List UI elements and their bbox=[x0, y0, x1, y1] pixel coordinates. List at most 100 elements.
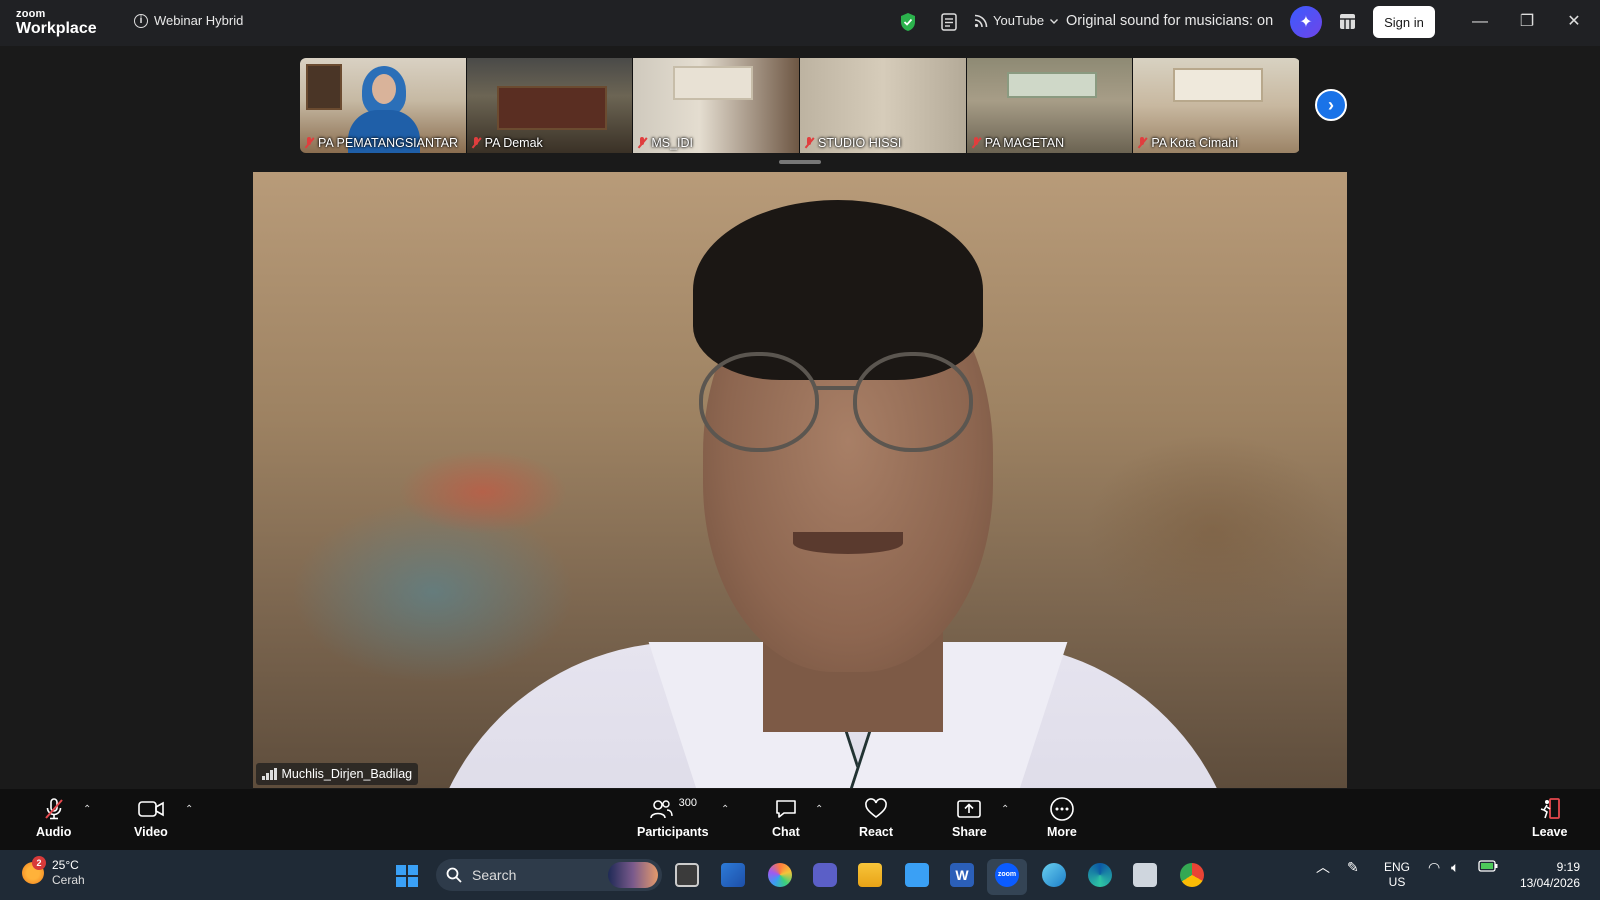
participants-button[interactable]: 300 Participants bbox=[637, 797, 709, 839]
pen-input-icon[interactable]: ✎ bbox=[1347, 860, 1359, 875]
weather-widget[interactable]: 2 25°C Cerah bbox=[22, 856, 85, 888]
app-icon[interactable] bbox=[1042, 863, 1066, 887]
glasses-left-lens bbox=[699, 352, 819, 452]
windows-start-icon[interactable] bbox=[396, 865, 418, 887]
participants-icon: 300 bbox=[649, 797, 697, 821]
original-sound-status[interactable]: Original sound for musicians: on bbox=[1066, 13, 1273, 29]
weather-temp: 25°C bbox=[52, 858, 79, 872]
meeting-toolbar: Audio ⌃ Video ⌃ 300 Participants ⌃ Chat … bbox=[0, 789, 1600, 850]
notepad-icon[interactable] bbox=[905, 863, 929, 887]
sign-in-button[interactable]: Sign in bbox=[1373, 6, 1435, 38]
more-dots-icon bbox=[1049, 797, 1075, 821]
clock-date: 13/04/2026 bbox=[1519, 876, 1580, 890]
speaker-hair bbox=[693, 200, 983, 380]
language-code: ENG bbox=[1384, 860, 1411, 874]
active-speaker-video[interactable]: Muchlis_Dirjen_Badilag bbox=[253, 172, 1347, 788]
show-hidden-icons-chevron[interactable]: ︿ bbox=[1316, 860, 1330, 875]
region-code: US bbox=[1388, 875, 1406, 889]
tile-name-tag: PA Kota Cimahi bbox=[1137, 136, 1238, 150]
apps-icon[interactable] bbox=[1339, 13, 1356, 30]
room-banner bbox=[673, 66, 754, 100]
taskbar-search[interactable]: Search bbox=[436, 859, 662, 891]
sun-icon: 2 bbox=[22, 856, 46, 884]
task-view-icon[interactable] bbox=[675, 863, 699, 887]
tile-name: PA Kota Cimahi bbox=[1151, 136, 1238, 150]
video-tile[interactable]: PA Demak bbox=[466, 58, 634, 153]
room-banner bbox=[1006, 72, 1097, 98]
minimize-icon[interactable]: — bbox=[1470, 12, 1490, 32]
participants-options-caret[interactable]: ⌃ bbox=[721, 804, 729, 815]
tile-name-tag: PA MAGETAN bbox=[971, 136, 1064, 150]
heart-icon bbox=[864, 797, 888, 821]
share-button[interactable]: Share bbox=[952, 797, 987, 839]
leave-button[interactable]: Leave bbox=[1532, 797, 1567, 839]
video-camera-icon bbox=[137, 797, 165, 821]
search-highlight-image bbox=[608, 862, 658, 888]
meeting-info-button[interactable]: i Webinar Hybrid bbox=[134, 13, 243, 28]
video-options-caret[interactable]: ⌃ bbox=[185, 804, 193, 815]
file-explorer-icon[interactable] bbox=[858, 863, 882, 887]
tile-name: MS_IDI bbox=[651, 136, 694, 150]
wifi-icon[interactable]: ◠ bbox=[1428, 860, 1440, 875]
signal-bars-icon bbox=[262, 768, 277, 780]
more-label: More bbox=[1047, 825, 1077, 839]
chrome-icon[interactable] bbox=[1180, 863, 1204, 887]
mic-muted-icon bbox=[304, 137, 314, 149]
livestream-dropdown[interactable]: YouTube bbox=[974, 13, 1059, 28]
mic-muted-icon bbox=[471, 137, 481, 149]
participants-label: Participants bbox=[637, 825, 709, 839]
printer-app-icon[interactable] bbox=[1133, 863, 1157, 887]
livestream-icon bbox=[974, 14, 988, 27]
more-button[interactable]: More bbox=[1047, 797, 1077, 839]
input-language[interactable]: ENG US bbox=[1384, 860, 1410, 890]
encryption-shield-icon[interactable] bbox=[899, 12, 917, 32]
video-tile[interactable]: PA PEMATANGSIANTAR bbox=[300, 58, 467, 153]
store-icon[interactable] bbox=[721, 863, 745, 887]
share-label: Share bbox=[952, 825, 987, 839]
ai-companion-button[interactable]: ✦ bbox=[1290, 6, 1322, 38]
word-icon[interactable]: W bbox=[950, 863, 974, 887]
gallery-resize-handle[interactable] bbox=[779, 160, 821, 164]
glasses-right-lens bbox=[853, 352, 973, 452]
zoom-app-icon[interactable]: zoom bbox=[995, 863, 1019, 887]
video-tile[interactable]: PA MAGETAN bbox=[966, 58, 1134, 153]
title-bar: zoom Workplace i Webinar Hybrid YouTube bbox=[0, 0, 1600, 46]
battery-icon[interactable] bbox=[1478, 860, 1498, 876]
edge-icon[interactable] bbox=[1088, 863, 1112, 887]
audio-button[interactable]: Audio bbox=[36, 797, 71, 839]
logo-top-text: zoom bbox=[16, 8, 46, 20]
leave-door-icon bbox=[1538, 797, 1562, 821]
gallery-next-button[interactable]: › bbox=[1315, 89, 1347, 121]
chat-options-caret[interactable]: ⌃ bbox=[815, 804, 823, 815]
mic-muted-icon bbox=[971, 137, 981, 149]
close-icon[interactable]: ✕ bbox=[1564, 12, 1584, 32]
participant-face bbox=[372, 74, 396, 104]
taskbar-clock[interactable]: 9:19 13/04/2026 bbox=[1520, 859, 1580, 891]
video-tile[interactable]: STUDIO HISSI bbox=[800, 58, 967, 153]
weather-condition: Cerah bbox=[52, 873, 85, 887]
teams-icon[interactable] bbox=[813, 863, 837, 887]
video-tile[interactable]: MS_IDI bbox=[633, 58, 801, 153]
chevron-down-icon bbox=[1050, 18, 1059, 24]
restore-icon[interactable]: ❐ bbox=[1517, 12, 1537, 32]
tile-name: STUDIO HISSI bbox=[818, 136, 902, 150]
tile-name: PA MAGETAN bbox=[984, 136, 1065, 150]
video-label: Video bbox=[134, 825, 168, 839]
room-banner bbox=[306, 64, 342, 110]
volume-icon[interactable]: 🔈︎ bbox=[1451, 860, 1459, 875]
chat-button[interactable]: Chat bbox=[772, 797, 800, 839]
audio-options-caret[interactable]: ⌃ bbox=[83, 804, 91, 815]
zoom-workplace-logo: zoom Workplace bbox=[16, 9, 97, 37]
video-button[interactable]: Video bbox=[134, 797, 168, 839]
notes-icon[interactable] bbox=[940, 12, 958, 32]
mic-muted-icon bbox=[637, 137, 647, 149]
mic-muted-icon bbox=[42, 797, 66, 821]
video-tile[interactable]: PA Kota Cimahi bbox=[1133, 58, 1300, 153]
speaker-mouth bbox=[793, 532, 903, 554]
participants-count: 300 bbox=[678, 797, 697, 809]
chevron-right-icon: › bbox=[1328, 94, 1334, 115]
copilot-icon[interactable] bbox=[768, 863, 792, 887]
tile-name-tag: PA Demak bbox=[471, 136, 543, 150]
react-button[interactable]: React bbox=[859, 797, 893, 839]
share-options-caret[interactable]: ⌃ bbox=[1001, 804, 1009, 815]
